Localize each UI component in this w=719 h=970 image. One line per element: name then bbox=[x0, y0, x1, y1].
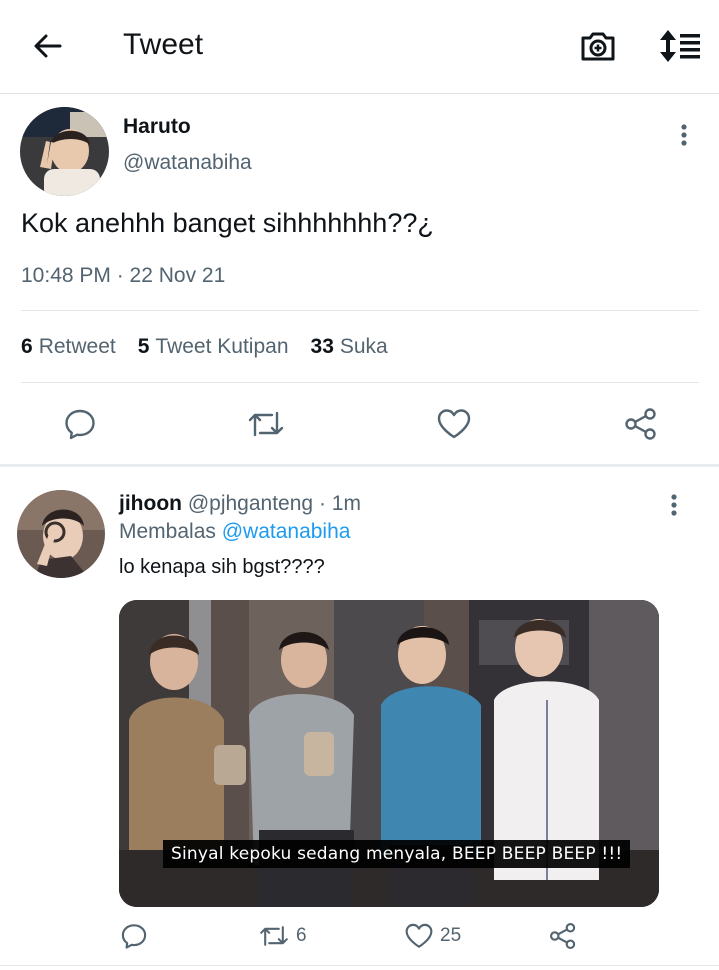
reply-retweet-button[interactable]: 6 bbox=[258, 918, 307, 954]
reply-author-handle[interactable]: @pjhganteng bbox=[188, 492, 313, 515]
share-icon bbox=[625, 408, 656, 440]
reply-author-name[interactable]: jihoon bbox=[119, 492, 182, 515]
separator-dot: · bbox=[318, 492, 326, 515]
more-vertical-icon bbox=[671, 494, 677, 516]
sort-list-icon bbox=[660, 30, 700, 62]
section-divider bbox=[0, 464, 719, 467]
reply-like-count: 25 bbox=[440, 925, 462, 946]
quote-count: 5 bbox=[137, 335, 150, 358]
reply-icon bbox=[121, 924, 147, 949]
reply-header: jihoon @pjhganteng · 1m bbox=[119, 492, 361, 516]
divider bbox=[21, 382, 699, 383]
retweet-label: Retweet bbox=[38, 335, 116, 358]
reply-text: lo kenapa sih bgst???? bbox=[119, 556, 325, 578]
quote-stat[interactable]: 5 Tweet Kutipan bbox=[138, 335, 289, 359]
reply-media-image[interactable]: Sinyal kepoku sedang menyala, BEEP BEEP … bbox=[119, 600, 659, 907]
author-handle[interactable]: @watanabiha bbox=[123, 151, 252, 175]
replying-label: Membalas bbox=[119, 520, 216, 543]
reply-like-button[interactable]: 25 bbox=[404, 918, 461, 954]
like-icon bbox=[405, 923, 433, 948]
replying-to-link[interactable]: @watanabiha bbox=[222, 520, 351, 543]
reply-icon bbox=[65, 409, 95, 440]
avatar[interactable] bbox=[20, 107, 109, 196]
retweet-button[interactable] bbox=[242, 400, 290, 448]
back-button[interactable] bbox=[26, 24, 70, 68]
share-button[interactable] bbox=[617, 400, 665, 448]
camera-button[interactable] bbox=[576, 24, 620, 68]
reply-avatar[interactable] bbox=[17, 490, 105, 578]
tweet-timestamp[interactable]: 10:48 PM · 22 Nov 21 bbox=[21, 264, 225, 288]
tweet-text: Kok anehhh banget sihhhhhhh??¿ bbox=[21, 208, 434, 238]
like-stat[interactable]: 33 Suka bbox=[311, 335, 388, 359]
like-label: Suka bbox=[339, 335, 388, 358]
share-icon bbox=[549, 922, 576, 950]
top-bar: Tweet bbox=[0, 0, 719, 94]
retweet-icon bbox=[248, 411, 284, 437]
reply-reply-button[interactable] bbox=[120, 918, 148, 954]
like-icon bbox=[437, 409, 471, 439]
reply-share-button[interactable] bbox=[548, 918, 578, 954]
like-count: 33 bbox=[310, 335, 334, 358]
author-name[interactable]: Haruto bbox=[123, 115, 191, 139]
quote-label: Tweet Kutipan bbox=[155, 335, 289, 358]
tweet-stats: 6 Retweet 5 Tweet Kutipan 33 Suka bbox=[21, 335, 388, 359]
replying-to: Membalas @watanabiha bbox=[119, 520, 350, 544]
arrow-left-icon bbox=[34, 34, 62, 58]
reply-button[interactable] bbox=[56, 400, 104, 448]
more-vertical-icon bbox=[681, 124, 687, 146]
reply-more-options-button[interactable] bbox=[659, 485, 689, 525]
retweet-count: 6 bbox=[21, 335, 33, 358]
page-title: Tweet bbox=[123, 28, 204, 61]
sort-button[interactable] bbox=[656, 24, 704, 68]
camera-plus-icon bbox=[581, 32, 615, 61]
reply-retweet-count: 6 bbox=[296, 925, 307, 946]
retweet-stat[interactable]: 6 Retweet bbox=[21, 335, 116, 359]
bottom-divider bbox=[0, 965, 719, 966]
retweet-icon bbox=[260, 926, 288, 946]
divider bbox=[21, 310, 699, 311]
media-caption: Sinyal kepoku sedang menyala, BEEP BEEP … bbox=[163, 840, 631, 868]
like-button[interactable] bbox=[430, 400, 478, 448]
more-options-button[interactable] bbox=[669, 115, 699, 155]
reply-time[interactable]: 1m bbox=[332, 492, 361, 515]
